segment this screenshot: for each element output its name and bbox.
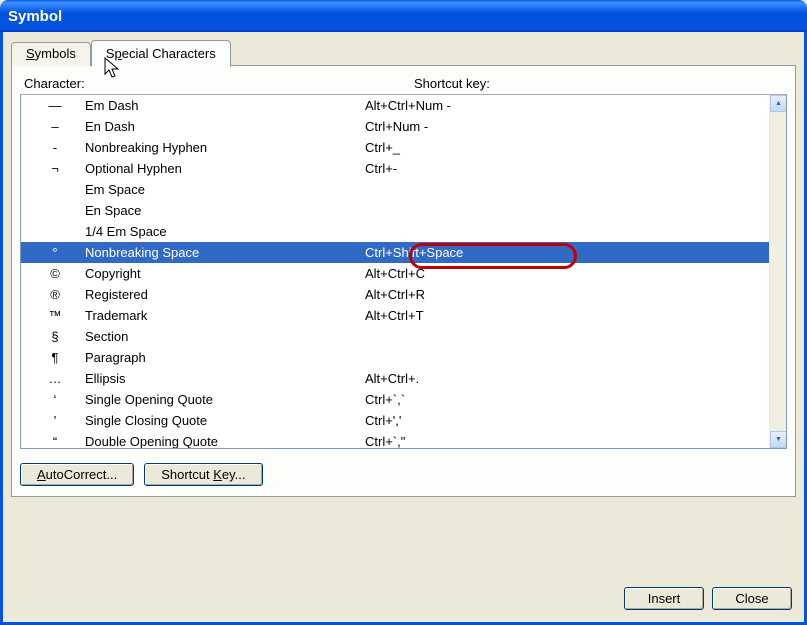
symbol-shortcut: Alt+Ctrl+Num - [365,98,769,113]
symbol-glyph: ¶ [25,350,85,365]
symbol-name: Nonbreaking Space [85,245,365,260]
symbol-shortcut: Alt+Ctrl+C [365,266,769,281]
symbol-name: Ellipsis [85,371,365,386]
symbol-name: Optional Hyphen [85,161,365,176]
title-bar: Symbol [0,0,807,32]
symbol-glyph: … [25,371,85,386]
symbol-name: Section [85,329,365,344]
symbol-glyph: “ [25,434,85,449]
insert-button[interactable]: Insert [624,587,704,610]
symbol-glyph: ‘ [25,392,85,407]
symbol-name: Single Closing Quote [85,413,365,428]
symbol-shortcut: Ctrl+Num - [365,119,769,134]
tab-panel: Character: Shortcut key: —Em DashAlt+Ctr… [11,65,796,497]
symbol-name: Double Opening Quote [85,434,365,449]
column-headers: Character: Shortcut key: [20,76,787,91]
symbol-glyph: — [25,98,85,113]
list-item[interactable]: ®RegisteredAlt+Ctrl+R [21,284,769,305]
list-item[interactable]: “Double Opening QuoteCtrl+`," [21,431,769,449]
symbol-shortcut: Ctrl+_ [365,140,769,155]
list-item[interactable]: ¬Optional HyphenCtrl+- [21,158,769,179]
scroll-up-button[interactable]: ▲ [770,95,787,112]
symbol-glyph: ™ [25,308,85,323]
tab-symbols[interactable]: Symbols [11,42,91,66]
symbol-name: Paragraph [85,350,365,365]
list-item[interactable]: –En DashCtrl+Num - [21,116,769,137]
header-character: Character: [24,76,414,91]
scrollbar[interactable]: ▲ ▼ [769,95,786,448]
close-button[interactable]: Close [712,587,792,610]
symbol-shortcut: Ctrl+',' [365,413,769,428]
list-item[interactable]: °Nonbreaking SpaceCtrl+Shift+Space [21,242,769,263]
list-item[interactable]: —Em DashAlt+Ctrl+Num - [21,95,769,116]
character-listbox[interactable]: —Em DashAlt+Ctrl+Num -–En DashCtrl+Num -… [20,94,787,449]
symbol-name: Trademark [85,308,365,323]
symbol-shortcut: Ctrl+- [365,161,769,176]
autocorrect-button[interactable]: AutoCorrect... [20,463,134,486]
symbol-name: Single Opening Quote [85,392,365,407]
symbol-shortcut: Ctrl+`," [365,434,769,449]
list-item[interactable]: -Nonbreaking HyphenCtrl+_ [21,137,769,158]
list-item[interactable]: Em Space [21,179,769,200]
list-item[interactable]: ¶Paragraph [21,347,769,368]
shortcut-key-button[interactable]: Shortcut Key... [144,463,262,486]
symbol-glyph: ¬ [25,161,85,176]
tab-special-characters[interactable]: Special Characters [91,40,231,67]
symbol-glyph: © [25,266,85,281]
symbol-shortcut: Alt+Ctrl+R [365,287,769,302]
symbol-name: Em Dash [85,98,365,113]
list-item[interactable]: 1/4 Em Space [21,221,769,242]
left-button-group: AutoCorrect... Shortcut Key... [20,463,787,486]
symbol-glyph: ° [25,245,85,260]
dialog-body: Symbols Special Characters Character: Sh… [0,32,807,625]
symbol-name: Em Space [85,182,365,197]
symbol-glyph: § [25,329,85,344]
symbol-glyph: ’ [25,413,85,428]
symbol-glyph: ® [25,287,85,302]
window-title: Symbol [8,8,62,25]
symbol-glyph: - [25,140,85,155]
symbol-name: Registered [85,287,365,302]
list-item[interactable]: §Section [21,326,769,347]
symbol-name: 1/4 Em Space [85,224,365,239]
symbol-shortcut: Ctrl+`,` [365,392,769,407]
symbol-name: En Space [85,203,365,218]
list-item[interactable]: ‘Single Opening QuoteCtrl+`,` [21,389,769,410]
list-item[interactable]: ™TrademarkAlt+Ctrl+T [21,305,769,326]
list-item[interactable]: En Space [21,200,769,221]
symbol-shortcut: Alt+Ctrl+. [365,371,769,386]
symbol-name: Nonbreaking Hyphen [85,140,365,155]
bottom-button-group: Insert Close [624,587,792,610]
list-item[interactable]: …EllipsisAlt+Ctrl+. [21,368,769,389]
list-item[interactable]: ©CopyrightAlt+Ctrl+C [21,263,769,284]
symbol-shortcut: Ctrl+Shift+Space [365,245,769,260]
list-item[interactable]: ’Single Closing QuoteCtrl+',' [21,410,769,431]
symbol-name: En Dash [85,119,365,134]
symbol-glyph: – [25,119,85,134]
tab-strip: Symbols Special Characters [11,40,796,66]
symbol-name: Copyright [85,266,365,281]
scroll-down-button[interactable]: ▼ [770,431,787,448]
header-shortcut: Shortcut key: [414,76,783,91]
symbol-shortcut: Alt+Ctrl+T [365,308,769,323]
